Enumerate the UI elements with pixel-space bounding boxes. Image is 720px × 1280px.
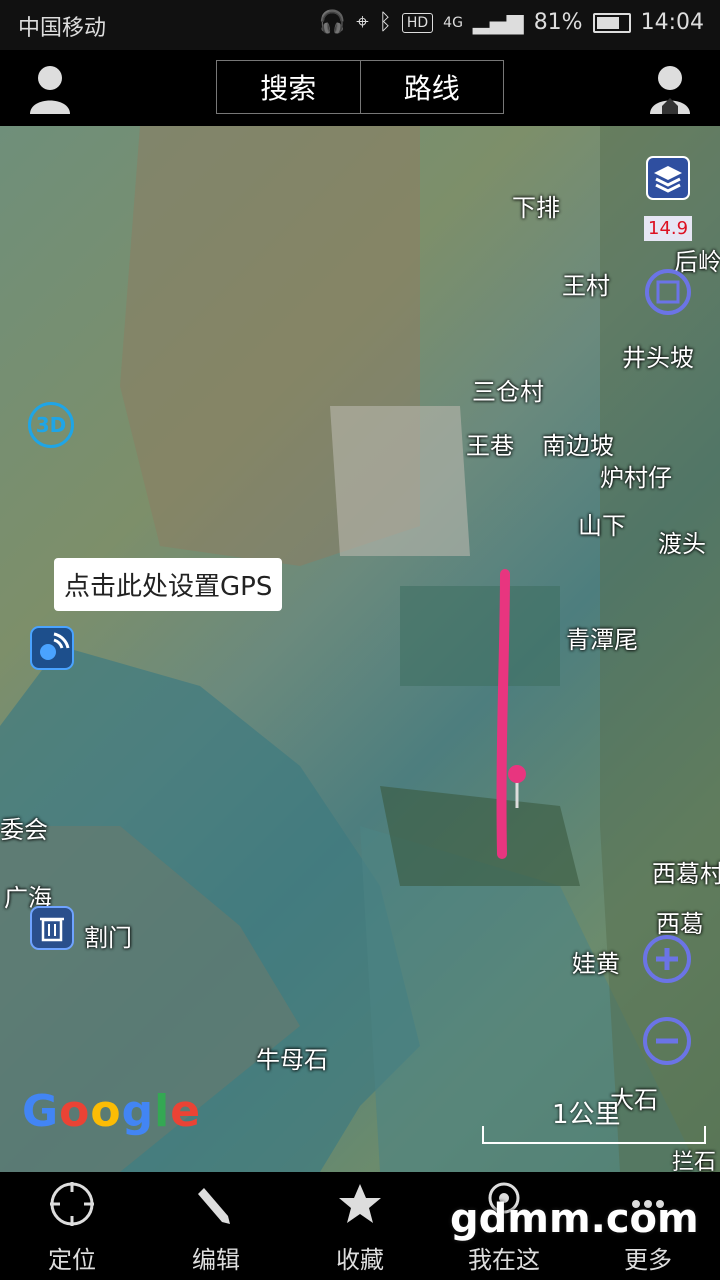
place-label: 娃黄 (572, 950, 620, 978)
status-bar: 中国移动 🎧 ⌖ ᛒ HD 4G ▂▄▆ 81% 14:04 (0, 0, 720, 50)
place-label: 炉村仔 (600, 464, 672, 492)
place-label: 山下 (578, 512, 626, 540)
nav-favorites[interactable]: 收藏 (288, 1172, 432, 1280)
route-line (496, 569, 510, 859)
place-label: 南边坡 (542, 432, 614, 460)
satellite-map[interactable]: 下排 后岭 王村 井头坡 三仓村 王巷 南边坡 炉村仔 山下 渡头 青潭尾 委会… (0, 126, 720, 1172)
nav-locate[interactable]: 定位 (0, 1172, 144, 1280)
location-pin[interactable] (508, 765, 526, 808)
trash-icon[interactable] (30, 906, 74, 950)
place-label: 拦石 (672, 1150, 717, 1172)
place-label: 王村 (562, 272, 610, 300)
nav-edit[interactable]: 编辑 (144, 1172, 288, 1280)
google-logo: Google (22, 1086, 202, 1137)
fit-view-icon[interactable] (644, 268, 692, 316)
nav-label: 更多 (624, 1246, 672, 1274)
bluetooth-icon: ᛒ (378, 10, 392, 35)
headset-icon: 🎧 (318, 10, 347, 35)
signal-icon: ▂▄▆ (472, 10, 524, 35)
star-icon (339, 1184, 381, 1223)
place-label: 王巷 (466, 432, 514, 460)
status-icons: 🎧 ⌖ ᛒ HD 4G ▂▄▆ 81% 14:04 (319, 10, 704, 35)
place-label: 青潭尾 (566, 626, 638, 654)
hd-badge: HD (401, 12, 434, 33)
place-label: 委会 (0, 816, 48, 844)
place-label: 下排 (512, 194, 560, 222)
zoom-level-badge: 14.9 (644, 216, 693, 241)
nav-label: 我在这 (468, 1246, 540, 1274)
nav-label: 编辑 (192, 1246, 240, 1274)
place-label: 三仓村 (472, 378, 544, 406)
watermark: gdmm.com (450, 1196, 699, 1242)
clock: 14:04 (640, 10, 704, 35)
crosshair-icon (50, 1182, 94, 1226)
carrier-name: 中国移动 (18, 16, 107, 41)
layers-button[interactable] (646, 156, 690, 200)
pencil-icon (198, 1188, 230, 1224)
place-label: 牛母石 (256, 1046, 328, 1074)
battery-icon (592, 12, 631, 33)
gps-signal-icon[interactable] (30, 626, 74, 670)
place-label: 割门 (84, 924, 132, 952)
gps-tooltip[interactable]: 点击此处设置GPS (54, 558, 283, 611)
route-tab[interactable]: 路线 (359, 61, 504, 113)
search-tab[interactable]: 搜索 (217, 61, 360, 113)
scale-bar (482, 1126, 706, 1144)
place-label: 井头坡 (622, 344, 694, 372)
zoom-in-icon[interactable] (642, 934, 692, 984)
search-route-toggle: 搜索 路线 (216, 60, 504, 114)
user-profile-icon[interactable] (26, 62, 74, 116)
zoom-out-icon[interactable] (642, 1016, 692, 1066)
network-type: 4G (443, 14, 463, 31)
place-label: 渡头 (658, 530, 706, 558)
top-bar: 搜索 路线 (0, 50, 720, 126)
place-label: 西葛村 (652, 860, 720, 888)
nav-label: 收藏 (336, 1246, 384, 1274)
user-home-icon[interactable] (646, 62, 694, 116)
battery-percent: 81% (533, 10, 583, 35)
nav-label: 定位 (48, 1246, 96, 1274)
3d-toggle-button[interactable]: 3D (28, 402, 74, 448)
location-icon: ⌖ (356, 10, 369, 35)
